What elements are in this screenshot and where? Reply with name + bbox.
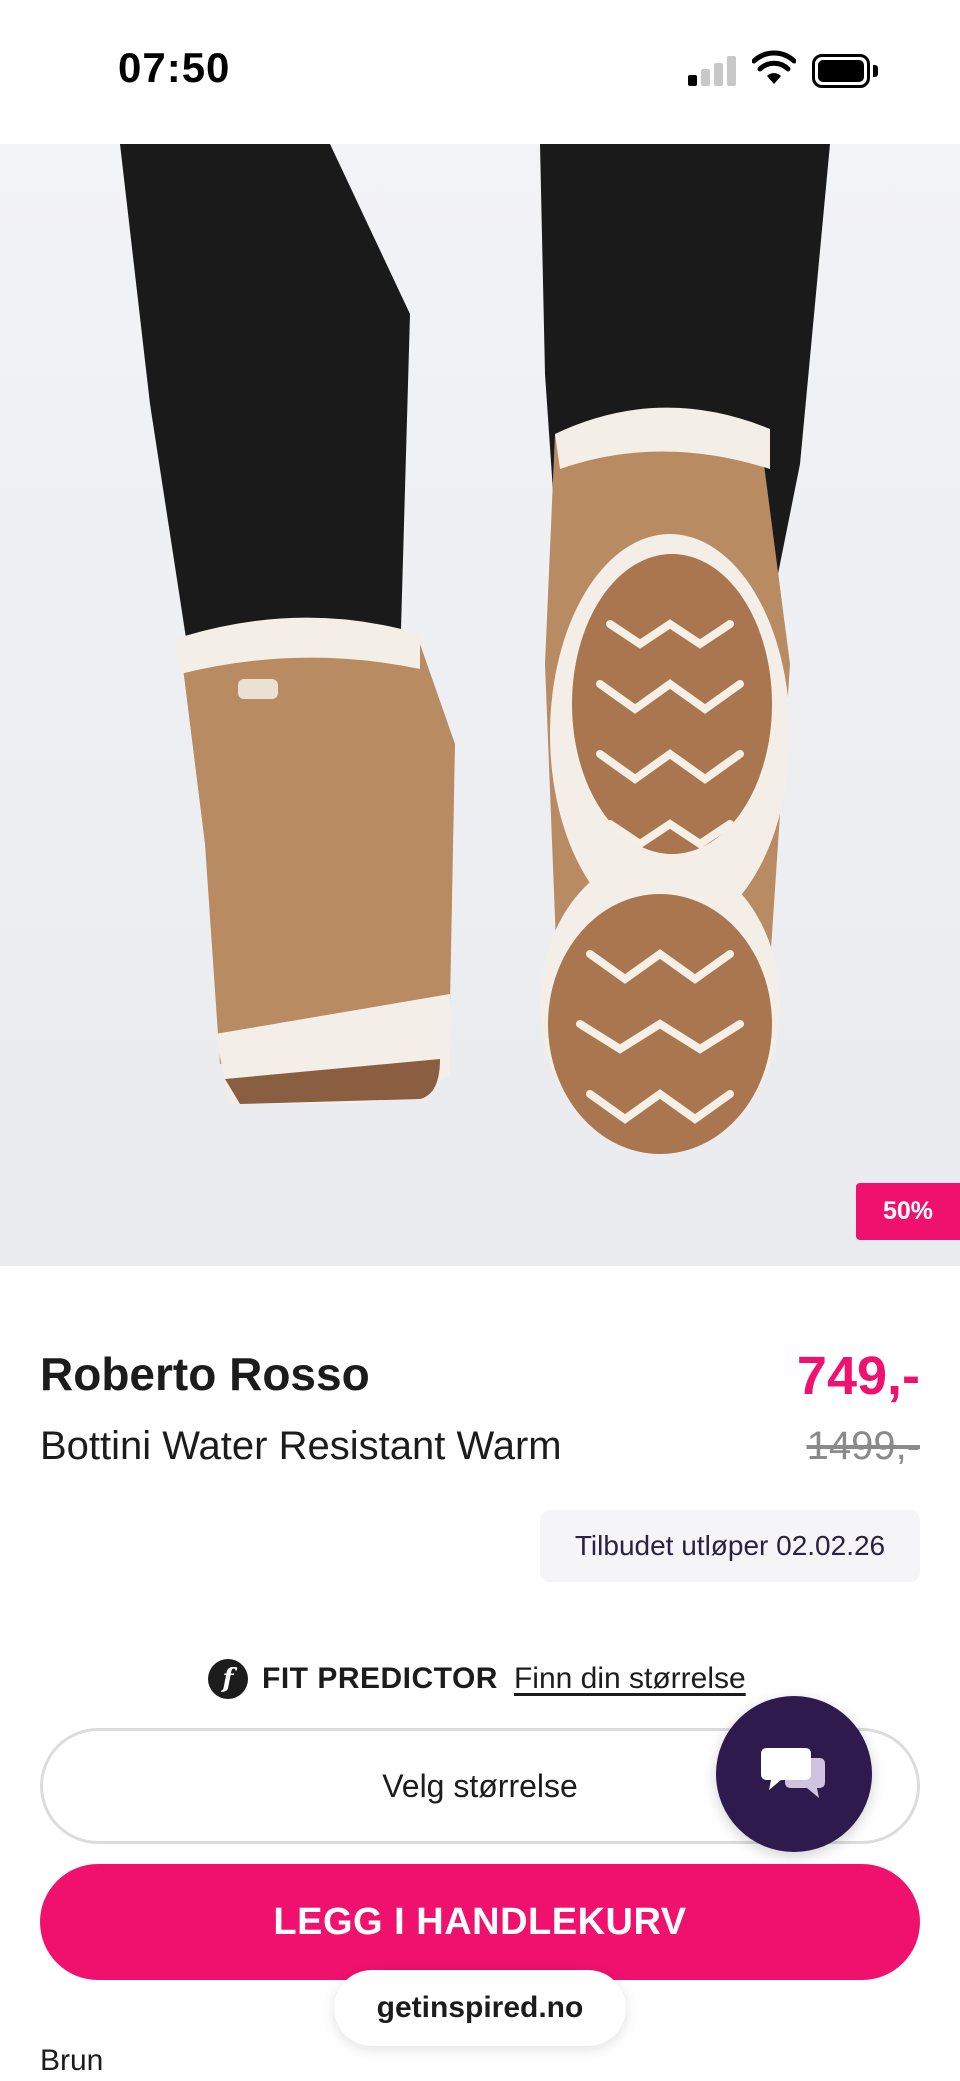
find-size-link[interactable]: Finn din størrelse — [514, 1662, 746, 1696]
product-name: Bottini Water Resistant Warm — [40, 1424, 562, 1468]
add-to-cart-button[interactable]: LEGG I HANDLEKURV — [40, 1864, 920, 1980]
color-label: Brun — [40, 2044, 104, 2077]
status-bar: 07:50 — [0, 0, 960, 144]
discount-badge: 50% — [856, 1183, 960, 1240]
battery-icon — [812, 54, 878, 88]
product-image[interactable] — [0, 144, 960, 1266]
fit-predictor-title: FIT PREDICTOR — [262, 1662, 498, 1695]
product-brand[interactable]: Roberto Rosso — [40, 1347, 370, 1401]
browser-url-bar[interactable]: getinspired.no — [334, 1970, 626, 2046]
boots-photo — [0, 144, 960, 1266]
offer-expiry-notice: Tilbudet utløper 02.02.26 — [540, 1510, 920, 1582]
chat-icon — [761, 1748, 825, 1798]
fit-predictor[interactable]: f FIT PREDICTOR Finn din størrelse — [208, 1657, 746, 1701]
original-price: 1499,- — [806, 1424, 920, 1468]
fit-predictor-icon: f — [208, 1659, 248, 1699]
size-select-label: Velg størrelse — [382, 1767, 578, 1804]
wifi-icon — [752, 50, 796, 84]
chat-button[interactable] — [716, 1696, 872, 1852]
signal-icon — [688, 56, 738, 86]
product-price: 749,- — [796, 1346, 920, 1406]
status-time: 07:50 — [118, 44, 231, 91]
